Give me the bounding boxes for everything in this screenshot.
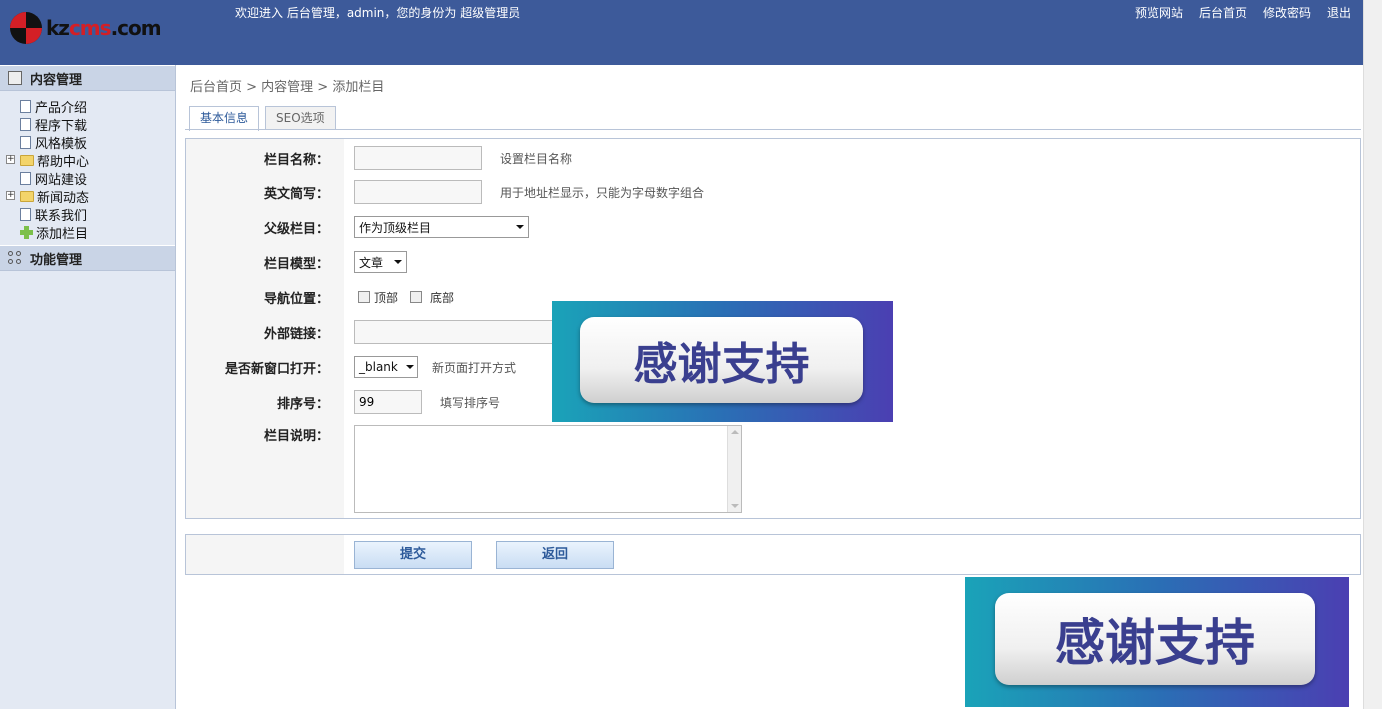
tree-item-product[interactable]: 产品介绍 — [8, 97, 175, 116]
chevron-down-icon — [405, 365, 414, 369]
scroll-down-icon — [731, 504, 739, 508]
nav-label: 导航位置： — [263, 291, 329, 307]
chevron-down-icon — [394, 260, 402, 264]
link-label: 外部链接： — [263, 326, 329, 342]
name-label: 栏目名称： — [263, 152, 329, 168]
tab-divider — [185, 129, 1361, 130]
function-manage-icon — [8, 251, 22, 265]
expand-icon[interactable]: + — [6, 155, 15, 164]
welcome-text: 欢迎进入 后台管理，admin，您的身份为 超级管理员 — [235, 6, 521, 20]
folder-icon — [20, 154, 34, 166]
tree-item-website[interactable]: 网站建设 — [8, 169, 175, 188]
tree-item-contact[interactable]: 联系我们 — [8, 205, 175, 224]
row-parent: 父级栏目： 作为顶级栏目 — [186, 214, 1360, 240]
tree-item-news[interactable]: + 新闻动态 — [6, 187, 175, 206]
logo-text: kzcms.com — [46, 16, 162, 40]
abbr-label: 英文简写： — [263, 186, 329, 202]
parent-category-select[interactable]: 作为顶级栏目 — [354, 216, 529, 238]
sidebar-section-function[interactable]: 功能管理 — [0, 245, 175, 271]
nav-top-checkbox[interactable] — [358, 291, 370, 303]
nav-bottom-checkbox[interactable] — [410, 291, 423, 303]
category-description-textarea[interactable] — [354, 425, 742, 513]
textarea-scrollbar[interactable] — [727, 426, 741, 512]
nav-bottom-label: 底部 — [430, 290, 455, 305]
newwin-label: 是否新窗口打开： — [224, 361, 329, 377]
category-tree: 产品介绍 程序下载 风格模板 + 帮助中心 网站建设 + 新闻动态 联系我们 添加栏… — [0, 91, 175, 245]
parent-label: 父级栏目： — [263, 221, 329, 237]
submit-button[interactable]: 提交 — [354, 541, 472, 569]
tree-item-download[interactable]: 程序下载 — [8, 115, 175, 134]
new-window-select[interactable]: _blank — [354, 356, 418, 378]
tree-item-help[interactable]: + 帮助中心 — [6, 151, 175, 170]
tab-bar: 基本信息 SEO选项 — [189, 106, 342, 131]
preview-site-link[interactable]: 预览网站 — [1135, 4, 1183, 21]
logo-mark-icon — [10, 12, 42, 44]
row-name: 栏目名称： 设置栏目名称 — [186, 145, 1360, 171]
document-icon — [20, 99, 31, 113]
change-password-link[interactable]: 修改密码 — [1263, 4, 1311, 21]
logout-link[interactable]: 退出 — [1327, 4, 1351, 21]
banner-text-1: 感谢支持 — [580, 317, 863, 403]
order-label: 排序号： — [276, 396, 329, 412]
scroll-up-icon — [731, 430, 739, 434]
chevron-down-icon — [516, 225, 524, 229]
thanks-banner-1[interactable]: 感谢支持 — [552, 301, 893, 422]
tree-item-template[interactable]: 风格模板 — [8, 133, 175, 152]
sidebar: 内容管理 产品介绍 程序下载 风格模板 + 帮助中心 网站建设 + 新闻动态 联系我… — [0, 65, 176, 709]
desc-label: 栏目说明： — [263, 428, 329, 444]
english-abbr-input[interactable] — [354, 180, 482, 204]
top-header: kzcms.com 欢迎进入 后台管理，admin，您的身份为 超级管理员 预览… — [0, 0, 1363, 65]
category-name-input[interactable] — [354, 146, 482, 170]
row-abbr: 英文简写： 用于地址栏显示，只能为字母数字组合 — [186, 179, 1360, 205]
plus-icon — [20, 225, 33, 239]
abbr-hint: 用于地址栏显示，只能为字母数字组合 — [500, 185, 705, 200]
nav-top-label: 顶部 — [374, 290, 399, 305]
external-link-input[interactable] — [354, 320, 554, 344]
top-links: 预览网站 后台首页 修改密码 退出 — [1135, 4, 1351, 21]
document-icon — [20, 117, 31, 131]
tab-seo[interactable]: SEO选项 — [265, 106, 336, 130]
sidebar-section-content[interactable]: 内容管理 — [0, 65, 175, 91]
row-model: 栏目模型： 文章 — [186, 249, 1360, 275]
document-icon — [20, 135, 31, 149]
sort-order-input[interactable] — [354, 390, 422, 414]
newwin-hint: 新页面打开方式 — [432, 360, 517, 375]
site-logo[interactable]: kzcms.com — [10, 12, 162, 44]
category-model-select[interactable]: 文章 — [354, 251, 407, 273]
order-hint: 填写排序号 — [440, 395, 501, 410]
form-actions: 提交 返回 — [185, 534, 1361, 575]
banner-text-2: 感谢支持 — [995, 593, 1315, 685]
back-button[interactable]: 返回 — [496, 541, 614, 569]
thanks-banner-2[interactable]: 感谢支持 — [965, 577, 1349, 707]
content-manage-icon — [8, 71, 22, 85]
tab-basic-info[interactable]: 基本信息 — [189, 106, 260, 131]
breadcrumb: 后台首页 > 内容管理 > 添加栏目 — [190, 80, 385, 95]
name-hint: 设置栏目名称 — [500, 151, 573, 166]
folder-icon — [20, 190, 34, 202]
tree-item-add-category[interactable]: 添加栏目 — [8, 223, 175, 242]
page-scrollbar[interactable] — [1363, 0, 1382, 709]
document-icon — [20, 207, 31, 221]
document-icon — [20, 171, 31, 185]
expand-icon[interactable]: + — [6, 191, 15, 200]
admin-home-link[interactable]: 后台首页 — [1199, 4, 1247, 21]
model-label: 栏目模型： — [263, 256, 329, 272]
